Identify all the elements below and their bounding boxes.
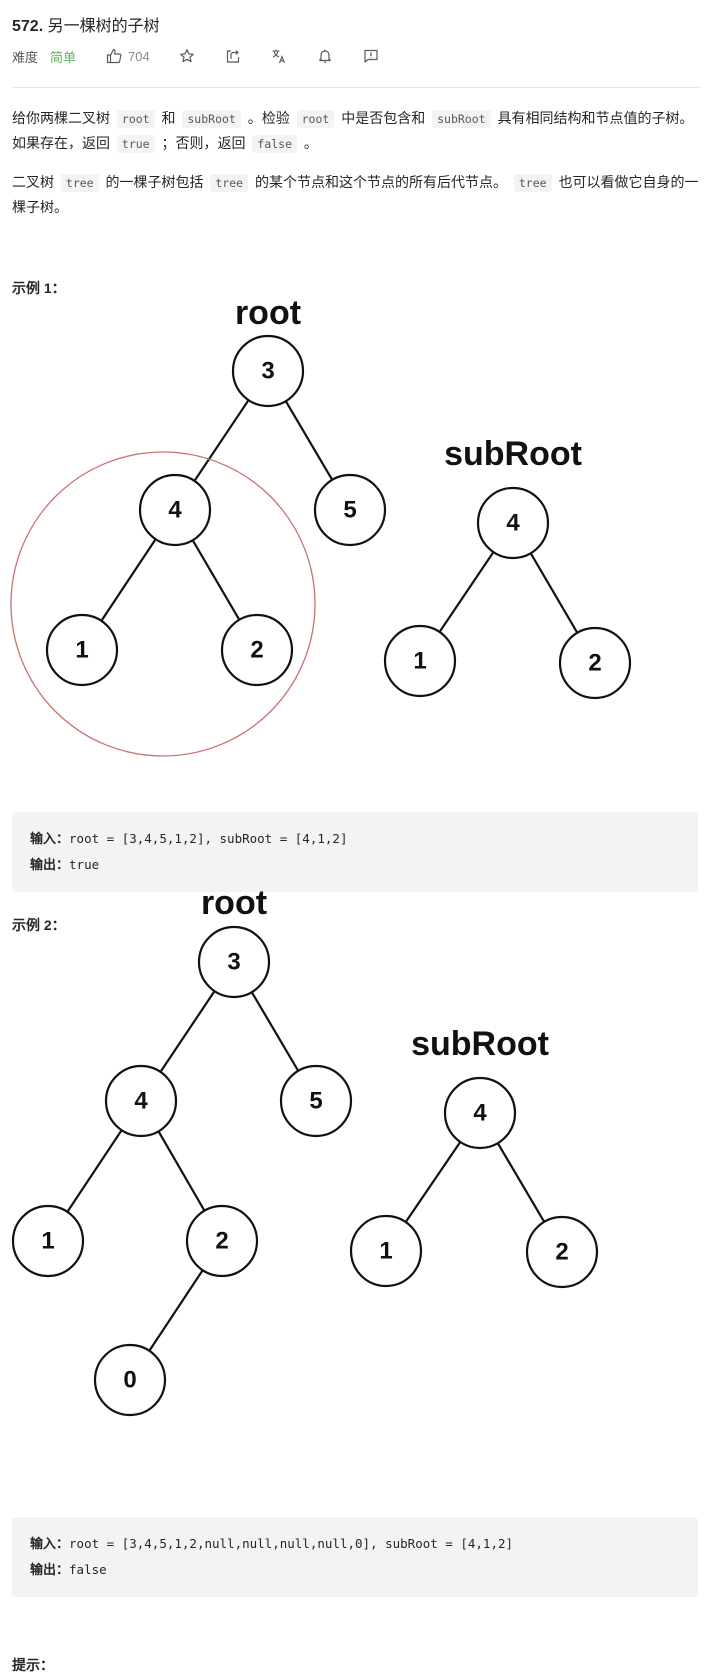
tree-node: 2 — [525, 1215, 599, 1289]
description-paragraph-2: 二叉树 tree 的一棵子树包括 tree 的某个节点和这个节点的所有后代节点。… — [12, 170, 702, 219]
output-value: false — [69, 1562, 107, 1577]
svg-text:3: 3 — [261, 358, 274, 385]
input-value: root = [3,4,5,1,2,null,null,null,null,0]… — [69, 1536, 514, 1551]
input-label: 输入： — [30, 1536, 70, 1551]
example-1-output-line: 输出：true — [30, 852, 680, 878]
inline-code: tree — [513, 174, 552, 192]
subroot-tree-label: subRoot — [411, 1025, 549, 1063]
difficulty-label: 难度 — [12, 49, 39, 65]
svg-text:4: 4 — [473, 1100, 487, 1127]
input-value: root = [3,4,5,1,2], subRoot = [4,1,2] — [69, 831, 348, 846]
text-segment: 中是否包含和 — [337, 110, 430, 126]
bell-icon — [319, 49, 331, 63]
translate-button[interactable] — [270, 47, 288, 65]
hint-title: 提示： — [12, 1657, 54, 1673]
svg-text:2: 2 — [555, 1239, 568, 1266]
svg-text:4: 4 — [506, 510, 520, 537]
output-value: true — [69, 857, 100, 872]
tree-node: 5 — [313, 473, 387, 547]
tree-node: 1 — [45, 613, 119, 687]
svg-text:1: 1 — [379, 1238, 392, 1265]
inline-code: subRoot — [182, 110, 241, 128]
inline-code: true — [116, 135, 155, 153]
subscribe-button[interactable] — [316, 47, 334, 65]
example-2-diagram: root 3 4 5 1 2 0 subRoot 4 1 2 — [11, 884, 599, 1417]
thumbs-up-icon — [106, 48, 122, 64]
text-segment: 。 — [300, 135, 318, 151]
input-label: 输入： — [30, 831, 70, 846]
text-segment: 二叉树 — [12, 174, 58, 190]
tree-node: 1 — [11, 1204, 85, 1278]
svg-text:2: 2 — [250, 637, 263, 664]
subroot-tree-label: subRoot — [444, 435, 582, 473]
svg-text:2: 2 — [588, 650, 601, 677]
tree-node: 5 — [279, 1064, 353, 1138]
example-1-diagram: root 3 4 5 1 2 subRoot 4 1 2 — [10, 294, 632, 757]
svg-text:4: 4 — [168, 497, 182, 524]
favorite-button[interactable] — [178, 47, 196, 65]
tree-node: 4 — [443, 1076, 517, 1150]
tree-node: 3 — [197, 925, 271, 999]
text-segment: 。检验 — [243, 110, 294, 126]
inline-code: root — [296, 110, 335, 128]
difficulty-badge: 简单 — [50, 49, 77, 65]
svg-text:5: 5 — [343, 497, 356, 524]
inline-code: tree — [210, 174, 249, 192]
like-button[interactable]: 704 — [106, 48, 150, 64]
output-label: 输出： — [30, 857, 70, 872]
example-2-io-block: 输入：root = [3,4,5,1,2,null,null,null,null… — [12, 1517, 698, 1597]
text-segment: ；否则，返回 — [157, 135, 250, 151]
text-segment: 的某个节点和这个节点的所有后代节点。 — [251, 174, 511, 190]
svg-text:1: 1 — [413, 648, 426, 675]
tree-node: 4 — [138, 473, 212, 547]
tree-node: 2 — [220, 613, 294, 687]
problem-title: 572. 另一棵树的子树 — [12, 12, 160, 36]
problem-meta-bar: 难度 简单 704 — [12, 46, 408, 66]
tree-node: 1 — [349, 1214, 423, 1288]
svg-text:1: 1 — [75, 637, 88, 664]
inline-code: tree — [60, 174, 99, 192]
text-segment: 的一棵子树包括 — [101, 174, 208, 190]
header-divider — [12, 87, 701, 88]
tree-node: 4 — [476, 486, 550, 560]
feedback-icon — [364, 49, 378, 63]
root-tree-label: root — [235, 294, 301, 332]
example-1-input-line: 输入：root = [3,4,5,1,2], subRoot = [4,1,2] — [30, 826, 680, 852]
problem-name: 另一棵树的子树 — [47, 18, 160, 35]
tree-node: 0 — [93, 1343, 167, 1417]
svg-text:0: 0 — [123, 1367, 136, 1394]
tree-node: 2 — [558, 626, 632, 700]
inline-code: false — [252, 135, 297, 153]
text-segment: 给你两棵二叉树 — [12, 110, 114, 126]
tree-node: 2 — [185, 1204, 259, 1278]
share-icon — [226, 50, 239, 63]
tree-node: 4 — [104, 1064, 178, 1138]
description-paragraph-1: 给你两棵二叉树 root 和 subRoot 。检验 root 中是否包含和 s… — [12, 106, 702, 156]
svg-text:3: 3 — [227, 949, 240, 976]
root-tree-label: root — [201, 884, 267, 922]
problem-number: 572. — [12, 18, 44, 35]
translate-icon — [272, 49, 285, 64]
example-2-output-line: 输出：false — [30, 1557, 680, 1583]
svg-text:1: 1 — [41, 1228, 54, 1255]
tree-node: 3 — [231, 334, 305, 408]
inline-code: subRoot — [432, 110, 491, 128]
tree-node: 1 — [383, 624, 457, 698]
output-label: 输出： — [30, 1562, 70, 1577]
share-button[interactable] — [224, 47, 242, 65]
like-count: 704 — [128, 48, 150, 64]
feedback-button[interactable] — [362, 47, 380, 65]
example-2-input-line: 输入：root = [3,4,5,1,2,null,null,null,null… — [30, 1531, 680, 1557]
svg-text:2: 2 — [215, 1228, 228, 1255]
inline-code: root — [116, 110, 155, 128]
star-icon — [179, 49, 194, 63]
text-segment: 和 — [157, 110, 180, 126]
svg-text:5: 5 — [309, 1088, 322, 1115]
svg-text:4: 4 — [134, 1088, 148, 1115]
